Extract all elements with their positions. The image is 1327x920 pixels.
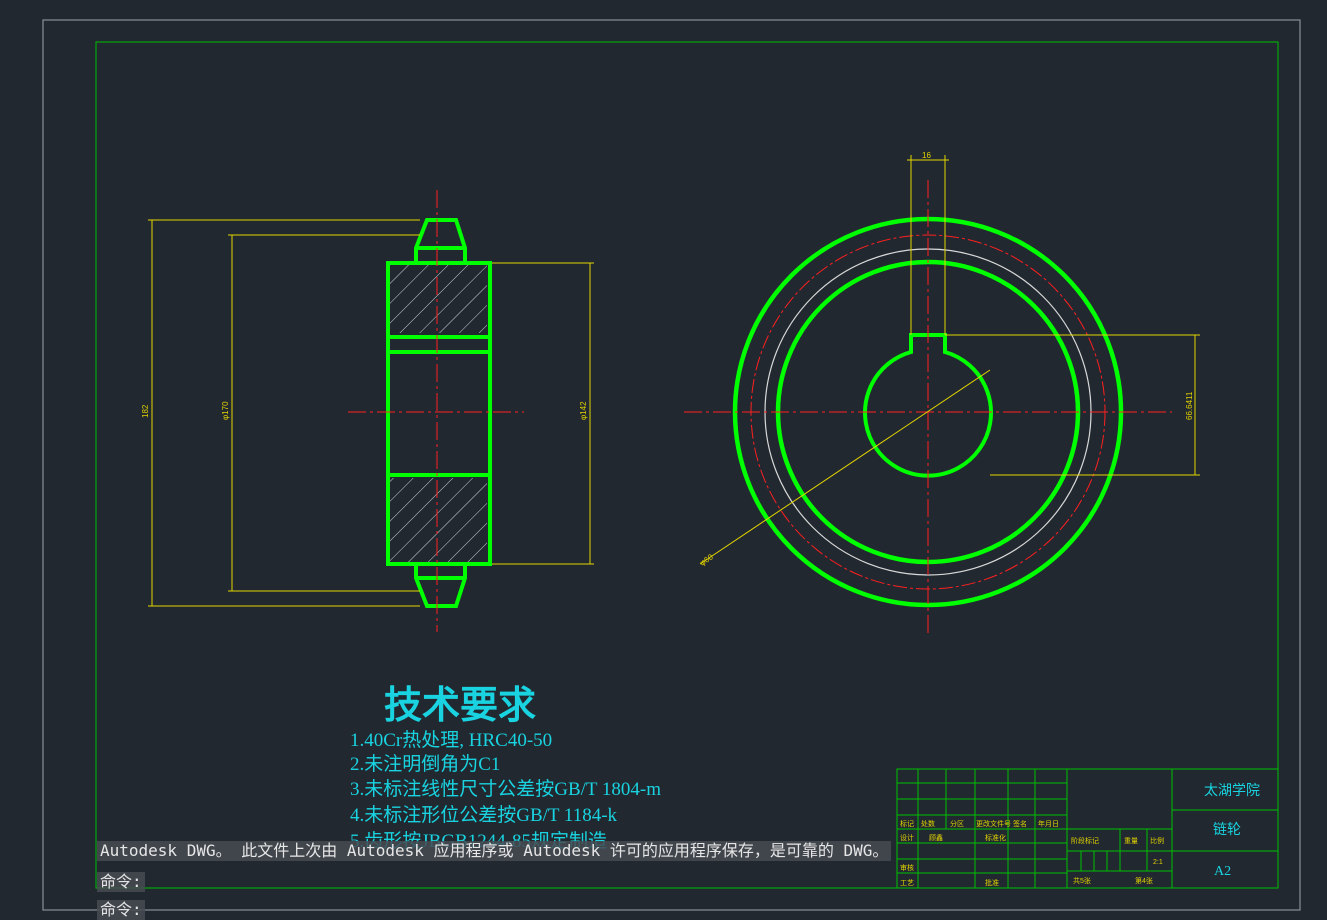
tech-req-line-1: 1.40Cr热处理, HRC40-50 — [350, 729, 552, 751]
tech-req-title: 技术要求 — [384, 685, 536, 727]
tech-req-line-2: 2.未注明倒角为C1 — [350, 753, 500, 775]
tb-part-name: 链轮 — [1213, 822, 1241, 838]
command-history-message: Autodesk DWG。 此文件上次由 Autodesk 应用程序或 Auto… — [97, 841, 892, 861]
tb-row-process: 工艺 — [900, 879, 914, 887]
tb-header-mark: 标记 — [900, 819, 914, 828]
tb-header-docno: 更改文件号 — [976, 819, 1011, 828]
tb-header-zone: 分区 — [950, 819, 964, 828]
title-block[interactable]: 标记 处数 分区 更改文件号 签名 年月日 设计 顾鑫 标准化 审核 工艺 批准… — [896, 768, 1279, 889]
tb-weight-label: 重量 — [1124, 837, 1138, 845]
tb-row-standard: 标准化 — [985, 833, 1006, 842]
tb-header-date: 年月日 — [1038, 819, 1059, 828]
tb-scale-label: 比例 — [1150, 836, 1164, 845]
tb-school: 太湖学院 — [1204, 783, 1260, 799]
tb-header-sign: 签名 — [1013, 819, 1027, 828]
drawing-border — [95, 41, 1279, 889]
tb-row-design: 设计 — [900, 833, 914, 842]
tb-sheet-no: 第4张 — [1135, 876, 1153, 885]
front-view[interactable]: 16 66.6411 φ60 — [684, 151, 1200, 637]
dim-outer-diameter: 182 — [141, 404, 150, 418]
tb-scale-value: 2:1 — [1153, 859, 1163, 866]
tb-row-review: 审核 — [900, 863, 914, 872]
tb-stage-label: 阶段标记 — [1071, 836, 1099, 845]
tb-header-count: 处数 — [921, 819, 935, 828]
tech-req-line-4: 4.未标注形位公差按GB/T 1184-k — [350, 804, 618, 826]
technical-requirements: 技术要求 1.40Cr热处理, HRC40-50 2.未注明倒角为C1 3.未标… — [350, 685, 661, 852]
tb-signature: 顾鑫 — [929, 833, 943, 842]
side-section-view[interactable]: 182 φ170 φ142 — [141, 190, 594, 632]
dim-root-diameter: φ170 — [221, 401, 230, 420]
tb-sheet-size: A2 — [1214, 864, 1231, 879]
dim-hub-diameter: φ142 — [579, 401, 588, 420]
command-prompt-1[interactable]: 命令: — [97, 872, 145, 892]
command-prompt-2[interactable]: 命令: — [97, 900, 145, 920]
dim-keyway-width: 16 — [922, 151, 931, 160]
tech-req-line-3: 3.未标注线性尺寸公差按GB/T 1804-m — [350, 778, 661, 800]
drawing-canvas[interactable]: 182 φ170 φ142 16 66.6411 φ60 技术要求 1.40Cr… — [0, 0, 1327, 916]
dim-bore-diameter: φ60 — [698, 552, 715, 568]
tb-row-approve: 批准 — [985, 878, 999, 887]
dim-keyway-depth: 66.6411 — [1185, 391, 1194, 420]
tb-sheet-total: 共5张 — [1073, 876, 1091, 885]
